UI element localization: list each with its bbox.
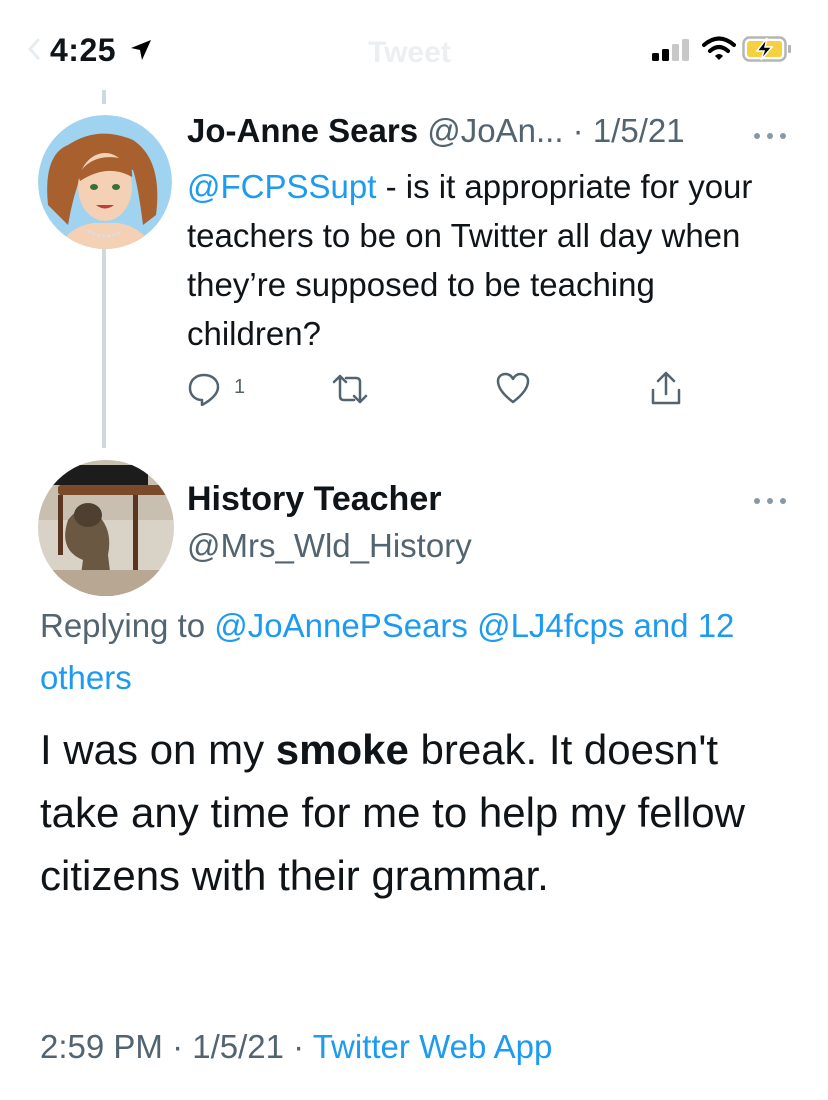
tweet-metadata: 2:59 PM · 1/5/21 · Twitter Web App <box>40 1028 552 1066</box>
separator: · <box>162 1028 193 1065</box>
thread-line <box>102 230 106 448</box>
replying-prefix: Replying to <box>40 607 215 644</box>
share-icon[interactable] <box>650 370 682 406</box>
tweet-text: I was on my smoke break. It doesn't take… <box>40 718 800 907</box>
tweet-text-bold: smoke <box>275 726 409 773</box>
tweet-text-part: I was on my <box>40 726 276 773</box>
avatar[interactable] <box>38 115 172 249</box>
separator: · <box>563 112 593 149</box>
mention-link[interactable]: @FCPSSupt <box>187 168 376 205</box>
tweet-time[interactable]: 2:59 PM <box>40 1028 163 1065</box>
more-options-icon[interactable] <box>752 131 788 141</box>
tweet-source-link[interactable]: Twitter Web App <box>313 1028 553 1065</box>
battery-charging-icon <box>742 36 791 62</box>
status-time: 4:25 <box>50 32 117 68</box>
nav-title: Tweet <box>368 36 451 69</box>
reply-count: 1 <box>234 376 246 398</box>
separator: · <box>283 1028 313 1065</box>
avatar[interactable] <box>38 460 174 596</box>
tweet-text: @FCPSSupt - is it appropriate for your t… <box>187 162 787 358</box>
cellular-signal-icon <box>652 39 689 61</box>
more-options-icon[interactable] <box>752 496 788 506</box>
reply-icon[interactable] <box>187 372 221 406</box>
author-handle[interactable]: @Mrs_Wld_History <box>187 527 472 565</box>
thread-line-top <box>102 90 106 104</box>
location-arrow-icon <box>131 40 151 60</box>
retweet-icon[interactable] <box>330 374 370 404</box>
back-chevron-icon[interactable] <box>28 38 40 60</box>
author-handle[interactable]: @JoAn... <box>427 112 563 149</box>
wifi-icon <box>702 36 736 60</box>
tweet-header: Jo-Anne Sears @JoAn... · 1/5/21 <box>187 112 685 150</box>
status-bar: 4:25 Tweet <box>0 0 828 96</box>
tweet-date[interactable]: 1/5/21 <box>192 1028 284 1065</box>
replying-to: Replying to @JoAnnePSears @LJ4fcps and 1… <box>40 600 800 704</box>
tweet-date[interactable]: 1/5/21 <box>593 112 685 149</box>
heart-icon[interactable] <box>496 372 530 404</box>
author-name[interactable]: History Teacher <box>187 480 441 519</box>
author-name[interactable]: Jo-Anne Sears <box>187 112 418 149</box>
